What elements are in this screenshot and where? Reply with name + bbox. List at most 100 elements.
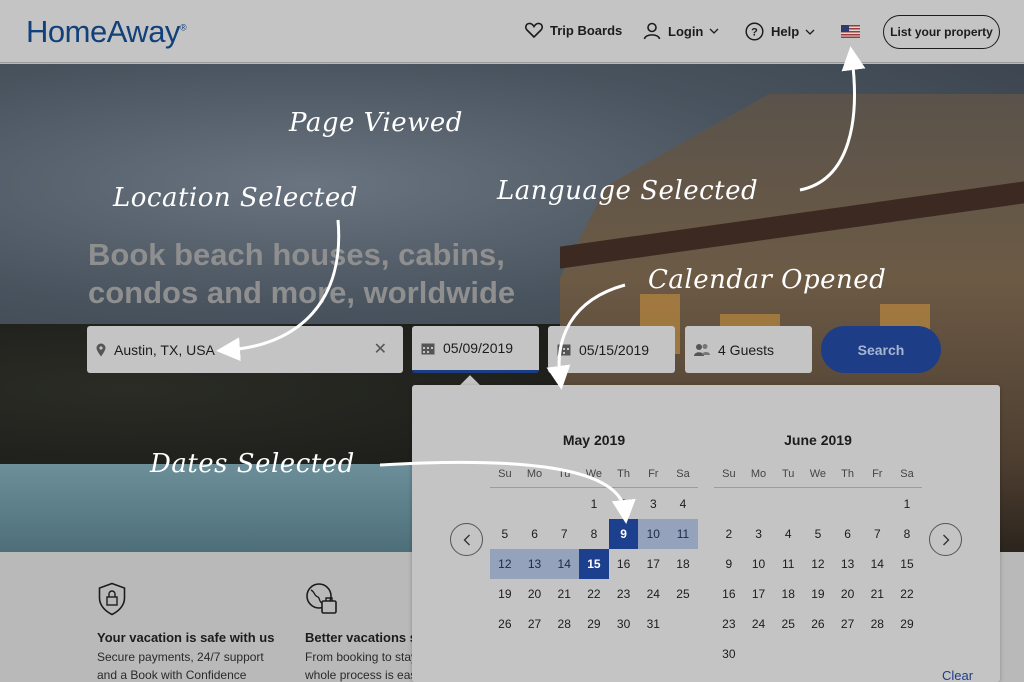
weekday-header: Su Mo Tu We Th Fr Sa bbox=[490, 468, 698, 488]
calendar-day[interactable]: 27 bbox=[833, 609, 863, 639]
calendar-day[interactable]: 1 bbox=[579, 489, 609, 519]
calendar-day[interactable]: 28 bbox=[862, 609, 892, 639]
calendar-day[interactable]: 8 bbox=[579, 519, 609, 549]
calendar-day[interactable]: 12 bbox=[803, 549, 833, 579]
calendar-day[interactable]: 17 bbox=[638, 549, 668, 579]
calendar-day[interactable]: 13 bbox=[519, 549, 550, 579]
calendar-day[interactable]: 30 bbox=[609, 609, 639, 639]
day-empty bbox=[833, 489, 863, 519]
globe-luggage-icon bbox=[306, 583, 337, 614]
calendar-day[interactable]: 2 bbox=[714, 519, 744, 549]
calendar-day[interactable]: 20 bbox=[520, 579, 550, 609]
calendar-day[interactable]: 5 bbox=[490, 519, 520, 549]
us-flag-icon[interactable] bbox=[841, 25, 860, 38]
calendar-day[interactable]: 22 bbox=[579, 579, 609, 609]
guests-input[interactable]: 4 Guests bbox=[685, 326, 812, 373]
calendar-day[interactable]: 2 bbox=[609, 489, 639, 519]
calendar-day[interactable]: 24 bbox=[744, 609, 774, 639]
calendar-day[interactable]: 26 bbox=[803, 609, 833, 639]
trip-boards-label: Trip Boards bbox=[550, 22, 623, 38]
weekday-label: Th bbox=[841, 468, 855, 480]
month-may: May 2019 Su Mo Tu We Th Fr Sa 1234567891… bbox=[490, 432, 698, 639]
calendar-day[interactable]: 30 bbox=[714, 639, 744, 669]
calendar-day[interactable]: 22 bbox=[892, 579, 922, 609]
weekday-label: Su bbox=[498, 468, 512, 480]
weekday-label: Th bbox=[617, 468, 631, 480]
calendar-day[interactable]: 14 bbox=[862, 549, 892, 579]
map-pin-icon bbox=[96, 343, 106, 356]
calendar-day[interactable]: 9 bbox=[714, 549, 744, 579]
weekday-label: Sa bbox=[676, 468, 690, 480]
chevron-left-icon bbox=[463, 534, 470, 545]
calendar-day[interactable]: 3 bbox=[638, 489, 668, 519]
list-property-button[interactable]: List your property bbox=[883, 15, 1000, 49]
user-icon bbox=[643, 22, 661, 40]
calendar-day[interactable]: 23 bbox=[714, 609, 744, 639]
calendar-day[interactable]: 21 bbox=[862, 579, 892, 609]
calendar-day[interactable]: 16 bbox=[609, 549, 639, 579]
calendar-day[interactable]: 7 bbox=[549, 519, 579, 549]
next-month-button[interactable] bbox=[929, 523, 962, 556]
weekday-label: Tu bbox=[558, 468, 571, 480]
calendar-day[interactable]: 20 bbox=[833, 579, 863, 609]
calendar-day[interactable]: 23 bbox=[609, 579, 639, 609]
calendar-day[interactable]: 11 bbox=[773, 549, 803, 579]
calendar-day[interactable]: 18 bbox=[773, 579, 803, 609]
check-in-input[interactable]: 05/09/2019 bbox=[412, 326, 539, 373]
calendar-day[interactable]: 17 bbox=[744, 579, 774, 609]
chevron-right-icon bbox=[942, 534, 949, 545]
calendar-day[interactable]: 4 bbox=[668, 489, 698, 519]
calendar-day[interactable]: 19 bbox=[803, 579, 833, 609]
calendar-day[interactable]: 6 bbox=[520, 519, 550, 549]
month-title: June 2019 bbox=[784, 432, 852, 448]
calendar-day[interactable]: 29 bbox=[579, 609, 609, 639]
prev-month-button[interactable] bbox=[450, 523, 483, 556]
guests-value: 4 Guests bbox=[718, 341, 775, 358]
calendar-icon bbox=[557, 344, 571, 356]
calendar-day[interactable]: 14 bbox=[549, 549, 580, 579]
calendar-day[interactable]: 12 bbox=[490, 549, 520, 579]
calendar-day[interactable]: 8 bbox=[892, 519, 922, 549]
svg-text:?: ? bbox=[751, 27, 758, 39]
calendar-day[interactable]: 16 bbox=[714, 579, 744, 609]
homeaway-logo[interactable]: HomeAway® bbox=[26, 14, 187, 50]
calendar-day[interactable]: 13 bbox=[833, 549, 863, 579]
calendar-day[interactable]: 24 bbox=[638, 579, 668, 609]
calendar-day[interactable]: 3 bbox=[744, 519, 774, 549]
calendar-day[interactable]: 5 bbox=[803, 519, 833, 549]
location-input[interactable]: Austin, TX, USA ✕ bbox=[87, 326, 403, 373]
calendar-day[interactable]: 4 bbox=[773, 519, 803, 549]
annotation-dates-selected: Dates Selected bbox=[150, 449, 355, 479]
calendar-day[interactable]: 31 bbox=[638, 609, 668, 639]
calendar-day[interactable]: 29 bbox=[892, 609, 922, 639]
calendar-day[interactable]: 19 bbox=[490, 579, 520, 609]
calendar-day[interactable]: 9 bbox=[608, 519, 639, 549]
calendar-day[interactable]: 6 bbox=[833, 519, 863, 549]
calendar-day[interactable]: 26 bbox=[490, 609, 520, 639]
month-june: June 2019 Su Mo Tu We Th Fr Sa 123456789… bbox=[714, 432, 922, 669]
calendar-day[interactable]: 7 bbox=[862, 519, 892, 549]
feature-better-line2: whole process is eas bbox=[305, 668, 417, 682]
calendar-day[interactable]: 21 bbox=[549, 579, 579, 609]
search-button[interactable]: Search bbox=[821, 326, 941, 373]
weekday-label: Fr bbox=[648, 468, 659, 480]
clear-location-icon[interactable]: ✕ bbox=[374, 339, 387, 359]
calendar-day[interactable]: 1 bbox=[892, 489, 922, 519]
calendar-day[interactable]: 18 bbox=[668, 549, 698, 579]
calendar-day[interactable]: 28 bbox=[549, 609, 579, 639]
help-menu[interactable]: ? Help bbox=[745, 22, 815, 41]
check-out-input[interactable]: 05/15/2019 bbox=[548, 326, 675, 373]
login-menu[interactable]: Login bbox=[643, 22, 719, 40]
clear-dates-link[interactable]: Clear bbox=[942, 668, 973, 682]
calendar-day[interactable]: 15 bbox=[579, 549, 609, 579]
calendar-day[interactable]: 10 bbox=[638, 519, 669, 549]
calendar-day[interactable]: 11 bbox=[668, 519, 698, 549]
calendar-day[interactable]: 25 bbox=[773, 609, 803, 639]
day-empty bbox=[803, 489, 833, 519]
calendar-day[interactable]: 15 bbox=[892, 549, 922, 579]
calendar-day[interactable]: 10 bbox=[744, 549, 774, 579]
trip-boards-link[interactable]: Trip Boards bbox=[525, 22, 622, 38]
calendar-day[interactable]: 27 bbox=[520, 609, 550, 639]
calendar-day[interactable]: 25 bbox=[668, 579, 698, 609]
site-header: HomeAway® Trip Boards Login ? Help List … bbox=[0, 0, 1024, 63]
